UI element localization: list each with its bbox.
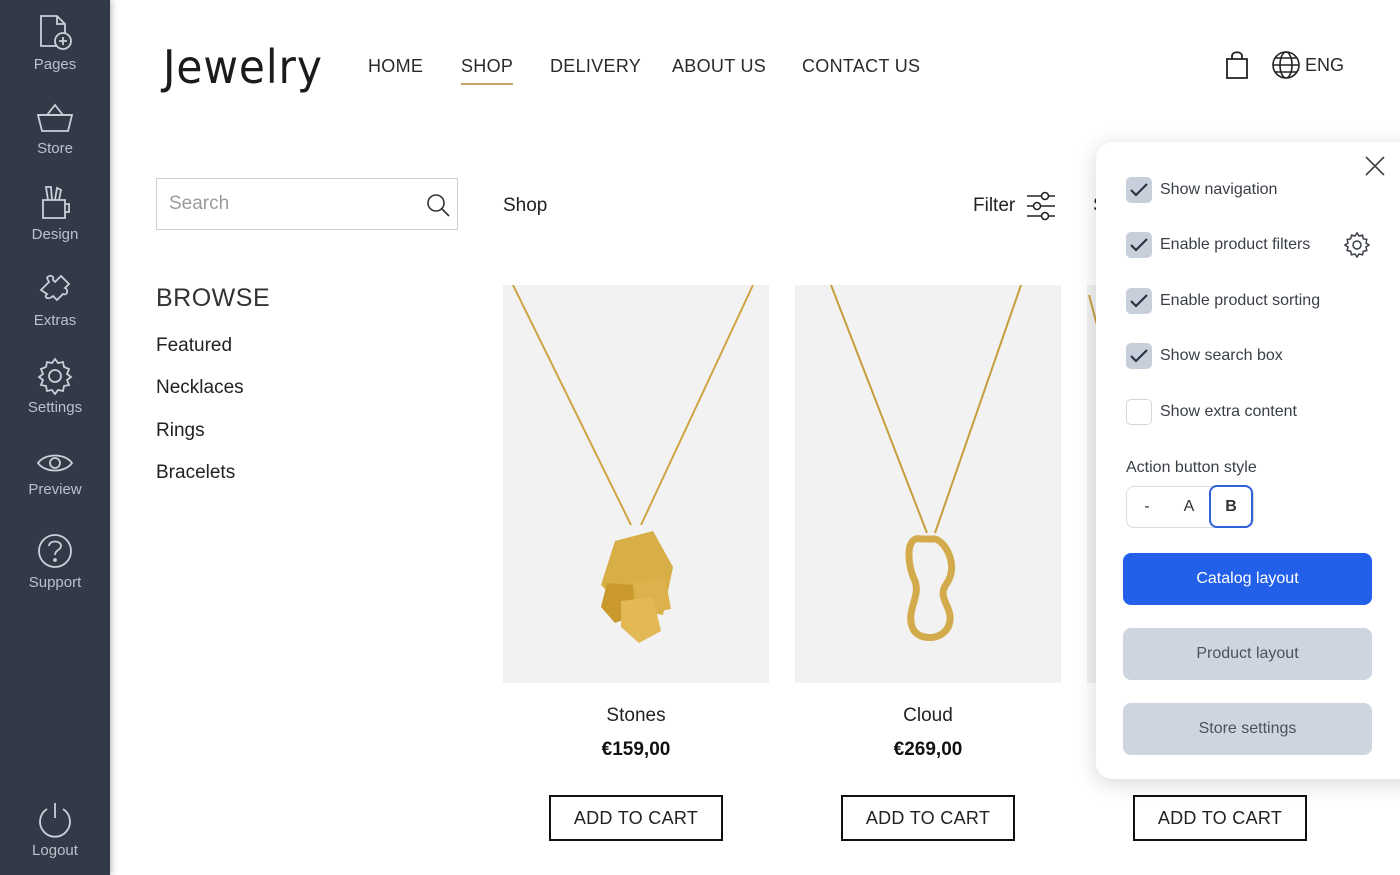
sidebar-item-preview[interactable]: Preview — [0, 449, 110, 498]
option-enable-product-sorting[interactable]: Enable product sorting — [1126, 288, 1320, 314]
checkbox-checked[interactable] — [1126, 343, 1152, 369]
shopping-bag-icon[interactable] — [1224, 50, 1250, 85]
option-label: Show extra content — [1160, 403, 1297, 420]
filter-label: Filter — [973, 195, 1016, 216]
sidebar-item-support[interactable]: Support — [0, 532, 110, 591]
option-label: Enable product filters — [1160, 236, 1311, 253]
shop-settings-panel: Show navigation Enable product filters E… — [1096, 142, 1400, 779]
site-logo[interactable]: Jewelry — [163, 40, 323, 94]
checkbox-unchecked[interactable] — [1126, 399, 1152, 425]
action-button-style-selector: - A B — [1126, 485, 1254, 528]
checkbox-checked[interactable] — [1126, 232, 1152, 258]
power-icon — [39, 803, 71, 838]
logout-label: Logout — [32, 842, 78, 859]
add-to-cart-button[interactable]: ADD TO CART — [841, 795, 1015, 841]
product-image[interactable] — [503, 285, 769, 683]
sidebar-item-pages[interactable]: Pages — [0, 12, 110, 73]
check-icon — [1130, 238, 1148, 252]
sidebar-item-extras[interactable]: Extras — [0, 270, 110, 329]
nav-delivery[interactable]: DELIVERY — [550, 56, 641, 77]
checkbox-checked[interactable] — [1126, 177, 1152, 203]
product-image[interactable] — [795, 285, 1061, 683]
language-label: ENG — [1305, 54, 1345, 75]
search-box — [156, 178, 458, 230]
nav-contact-us[interactable]: CONTACT US — [802, 56, 920, 77]
puzzle-icon — [39, 274, 71, 302]
design-tools-icon — [42, 186, 70, 219]
sidebar-item-label: Extras — [33, 312, 77, 329]
style-option-b[interactable]: B — [1209, 485, 1253, 528]
checkbox-checked[interactable] — [1126, 288, 1152, 314]
product-price: €159,00 — [601, 739, 671, 760]
globe-icon — [1272, 51, 1300, 79]
basket-icon — [36, 103, 74, 132]
browse-item-necklaces[interactable]: Necklaces — [156, 377, 244, 399]
sidebar-item-label: Settings — [27, 399, 83, 416]
gear-icon — [37, 357, 73, 395]
check-icon — [1130, 349, 1148, 363]
style-option-a[interactable]: A — [1169, 487, 1209, 526]
browse-item-bracelets[interactable]: Bracelets — [156, 462, 235, 484]
nav-shop[interactable]: SHOP — [461, 56, 514, 85]
option-show-navigation[interactable]: Show navigation — [1126, 177, 1277, 203]
pages-add-icon — [40, 15, 72, 50]
add-to-cart-button[interactable]: ADD TO CART — [549, 795, 723, 841]
product-price: €269,00 — [893, 739, 963, 760]
option-show-search-box[interactable]: Show search box — [1126, 343, 1283, 369]
option-label: Show navigation — [1160, 181, 1278, 198]
logout-button[interactable]: Logout — [0, 800, 110, 859]
product-layout-button[interactable]: Product layout — [1123, 628, 1372, 680]
sidebar-item-design[interactable]: Design — [0, 184, 110, 243]
product-card: Cloud €269,00 ADD TO CART — [795, 285, 1061, 841]
sidebar-item-settings[interactable]: Settings — [0, 357, 110, 416]
browse-item-featured[interactable]: Featured — [156, 335, 232, 357]
browse-item-rings[interactable]: Rings — [156, 420, 205, 442]
eye-icon — [36, 454, 74, 472]
option-enable-product-filters[interactable]: Enable product filters — [1126, 232, 1310, 258]
sidebar-item-label: Support — [28, 574, 82, 591]
option-show-extra-content[interactable]: Show extra content — [1126, 399, 1297, 425]
option-label: Enable product sorting — [1160, 292, 1321, 309]
filter-settings-gear-icon[interactable] — [1343, 231, 1371, 263]
product-card: Stones €159,00 ADD TO CART — [503, 285, 769, 841]
filter-sliders-icon — [1027, 191, 1056, 221]
sidebar-item-store[interactable]: Store — [0, 100, 110, 157]
close-icon[interactable] — [1364, 155, 1386, 182]
editor-sidebar: Pages Store Design Extras Settings Previ… — [0, 0, 110, 875]
nav-about-us[interactable]: ABOUT US — [672, 56, 766, 77]
style-option-none[interactable]: - — [1127, 487, 1167, 526]
catalog-layout-button[interactable]: Catalog layout — [1123, 553, 1372, 605]
sidebar-item-label: Pages — [33, 56, 77, 73]
browse-heading: BROWSE — [156, 284, 271, 312]
add-to-cart-button[interactable]: ADD TO CART — [1133, 795, 1307, 841]
search-icon[interactable] — [425, 192, 451, 223]
action-button-style-label: Action button style — [1126, 459, 1257, 476]
language-selector[interactable]: ENG — [1271, 50, 1344, 80]
shop-title: Shop — [503, 195, 548, 216]
search-input[interactable] — [169, 191, 409, 217]
sidebar-item-label: Preview — [28, 481, 82, 498]
product-name[interactable]: Cloud — [795, 705, 1061, 727]
sidebar-item-label: Store — [37, 140, 73, 157]
option-label: Show search box — [1160, 347, 1283, 364]
check-icon — [1130, 294, 1148, 308]
nav-home[interactable]: HOME — [368, 56, 423, 77]
sidebar-item-label: Design — [31, 226, 79, 243]
filter-button[interactable]: Filter — [973, 190, 1057, 222]
question-icon — [38, 534, 72, 568]
product-name[interactable]: Stones — [503, 705, 769, 727]
check-icon — [1130, 183, 1148, 197]
store-settings-button[interactable]: Store settings — [1123, 703, 1372, 755]
